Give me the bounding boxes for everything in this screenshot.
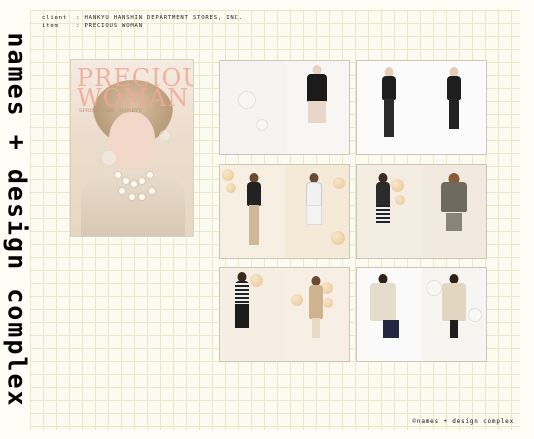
client-value: HANKYU HANSHIN DEPARTMENT STORES, INC. <box>84 15 243 21</box>
pearl <box>129 194 135 200</box>
balloon <box>222 169 234 181</box>
balloon <box>330 231 345 245</box>
pearl <box>119 188 125 194</box>
item-label: item <box>42 23 59 29</box>
model-figure <box>299 173 329 257</box>
pearl <box>139 178 145 184</box>
model-figure <box>363 274 403 358</box>
spread-5 <box>219 267 350 362</box>
spread-6 <box>356 267 487 362</box>
bubble <box>256 119 268 131</box>
model-figure <box>240 173 268 257</box>
portfolio-page: names + design complex client : HANKYU H… <box>0 0 534 439</box>
pearl <box>139 194 145 200</box>
spread-2-right <box>421 61 486 154</box>
balloon <box>226 183 236 193</box>
model-figure <box>432 173 476 257</box>
cover-title: PRECIOUS WOMAN <box>77 64 193 112</box>
model-figure <box>228 272 256 358</box>
spread-4-left <box>357 165 423 258</box>
model-figure <box>299 65 335 151</box>
spread-5-left <box>220 268 286 361</box>
spread-6-right <box>421 268 486 361</box>
client-line: client : HANKYU HANSHIN DEPARTMENT STORE… <box>42 15 243 21</box>
spread-2-left <box>357 61 423 154</box>
spread-1-left <box>220 61 286 154</box>
bubble <box>238 91 256 109</box>
pearl <box>149 188 155 194</box>
bubble <box>159 130 171 142</box>
balloon <box>332 177 345 189</box>
spread-1 <box>219 60 350 155</box>
spread-3 <box>219 164 350 259</box>
model-figure <box>440 67 468 153</box>
client-label: client <box>42 15 68 21</box>
spread-6-left <box>357 268 423 361</box>
footer-credit: ©names + design complex <box>412 418 514 425</box>
spread-5-right <box>284 268 349 361</box>
pearl <box>123 178 129 184</box>
cover-subtitle: SPRING 2008 · HANKYU <box>79 108 143 114</box>
magazine-cover: PRECIOUS WOMAN SPRING 2008 · HANKYU <box>70 59 194 237</box>
model-figure <box>375 67 403 153</box>
spread-1-right <box>284 61 349 154</box>
spread-2 <box>356 60 487 155</box>
model-figure <box>369 173 397 257</box>
spread-3-right <box>284 165 349 258</box>
bubble <box>101 150 117 166</box>
item-value: PRECIOUS WOMAN <box>84 23 143 29</box>
pearl <box>147 172 153 178</box>
balloon <box>290 294 303 306</box>
studio-name: names + design complex <box>2 32 32 408</box>
pearl <box>115 172 121 178</box>
model-figure <box>303 276 329 360</box>
pearl <box>131 181 137 187</box>
spread-3-left <box>220 165 286 258</box>
item-line: item : PRECIOUS WOMAN <box>42 23 143 29</box>
model-figure <box>436 274 472 358</box>
spread-4-right <box>421 165 486 258</box>
spread-4 <box>356 164 487 259</box>
vertical-studio-title: names + design complex <box>2 10 32 430</box>
